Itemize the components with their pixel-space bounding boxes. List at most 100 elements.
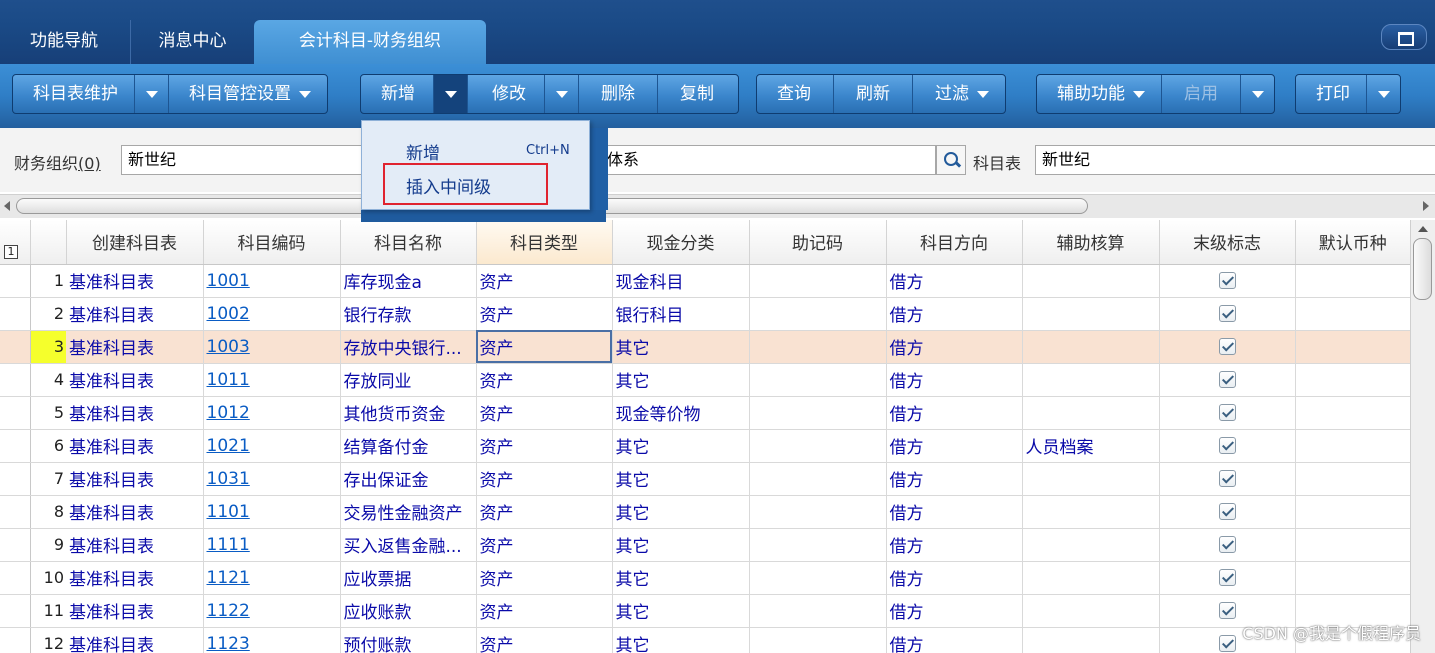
checkbox-checked-icon[interactable]	[1218, 635, 1236, 652]
row-gutter[interactable]	[0, 396, 31, 430]
subject-table-maintain-button[interactable]: 科目表维护	[13, 75, 134, 113]
checkbox-checked-icon[interactable]	[1218, 305, 1236, 322]
cell-code[interactable]: 1012	[203, 396, 341, 430]
scroll-left-icon[interactable]	[4, 201, 10, 211]
cell-code[interactable]: 1011	[203, 363, 341, 397]
cell-code[interactable]: 1101	[203, 495, 341, 529]
checkbox-checked-icon[interactable]	[1218, 470, 1236, 487]
col-header-name[interactable]: 科目名称	[340, 220, 477, 265]
cell-code[interactable]: 1123	[203, 627, 341, 653]
table-row[interactable]: 1 基准科目表 1001 库存现金a 资产 现金科目 借方	[0, 264, 1410, 298]
row-gutter[interactable]	[0, 594, 31, 628]
table-row[interactable]: 10 基准科目表 1121 应收票据 资产 其它 借方	[0, 561, 1410, 595]
annotation-highlight-box	[383, 163, 548, 205]
row-gutter[interactable]	[0, 264, 31, 298]
col-header-code[interactable]: 科目编码	[203, 220, 341, 265]
cell-code[interactable]: 1002	[203, 297, 341, 331]
col-header-table[interactable]: 创建科目表	[66, 220, 204, 265]
org-field[interactable]: 新世纪	[121, 145, 381, 175]
cell-code[interactable]: 1122	[203, 594, 341, 628]
checkbox-checked-icon[interactable]	[1218, 404, 1236, 421]
row-gutter[interactable]	[0, 363, 31, 397]
col-header-aux[interactable]: 辅助核算	[1022, 220, 1160, 265]
cell-table: 基准科目表	[66, 264, 204, 298]
cell-code[interactable]: 1111	[203, 528, 341, 562]
cell-table: 基准科目表	[66, 528, 204, 562]
row-number: 11	[30, 594, 66, 628]
scrollbar-thumb[interactable]	[1413, 238, 1432, 300]
col-header-type[interactable]: 科目类型	[476, 220, 613, 265]
cell-cash: 现金科目	[612, 264, 750, 298]
scroll-up-icon[interactable]	[1418, 226, 1428, 232]
checkbox-checked-icon[interactable]	[1218, 569, 1236, 586]
subject-table-maintain-dropdown[interactable]	[134, 75, 168, 113]
row-gutter[interactable]	[0, 495, 31, 529]
query-button[interactable]: 查询	[757, 75, 833, 113]
checkbox-checked-icon[interactable]	[1218, 503, 1236, 520]
system-field[interactable]: 体系	[600, 145, 936, 175]
checkbox-checked-icon[interactable]	[1218, 371, 1236, 388]
add-dropdown[interactable]	[433, 75, 467, 113]
cell-code[interactable]: 1003	[203, 330, 341, 364]
copy-button[interactable]: 复制	[657, 75, 738, 113]
row-gutter[interactable]	[0, 429, 31, 463]
table-row[interactable]: 11 基准科目表 1122 应收账款 资产 其它 借方	[0, 594, 1410, 628]
row-gutter[interactable]	[0, 462, 31, 496]
cell-code[interactable]: 1121	[203, 561, 341, 595]
subject-control-settings-button[interactable]: 科目管控设置	[168, 75, 327, 113]
filter-button[interactable]: 过滤	[912, 75, 1005, 113]
table-row[interactable]: 9 基准科目表 1111 买入返售金融... 资产 其它 借方	[0, 528, 1410, 562]
maximize-icon[interactable]	[1381, 24, 1427, 50]
checkbox-checked-icon[interactable]	[1218, 338, 1236, 355]
col-header-direction[interactable]: 科目方向	[886, 220, 1023, 265]
tab-message-center[interactable]: 消息中心	[130, 20, 254, 64]
chevron-down-icon	[1377, 91, 1390, 98]
table-row[interactable]: 2 基准科目表 1002 银行存款 资产 银行科目 借方	[0, 297, 1410, 331]
row-gutter[interactable]	[0, 330, 31, 364]
vertical-scrollbar[interactable]	[1410, 220, 1435, 653]
cell-aux	[1022, 627, 1160, 653]
table-row[interactable]: 12 基准科目表 1123 预付账款 资产 其它 借方	[0, 627, 1410, 653]
checkbox-checked-icon[interactable]	[1218, 437, 1236, 454]
print-button[interactable]: 打印	[1296, 75, 1366, 113]
col-header-mnemonic[interactable]: 助记码	[749, 220, 887, 265]
enable-dropdown[interactable]	[1240, 75, 1274, 113]
tab-accounting-subject[interactable]: 会计科目-财务组织	[254, 20, 486, 64]
table-row[interactable]: 5 基准科目表 1012 其他货币资金 资产 现金等价物 借方	[0, 396, 1410, 430]
modify-button[interactable]: 修改	[467, 75, 544, 113]
cell-code[interactable]: 1021	[203, 429, 341, 463]
row-gutter[interactable]	[0, 297, 31, 331]
add-button[interactable]: 新增	[361, 75, 433, 113]
col-header-currency[interactable]: 默认币种	[1295, 220, 1410, 265]
subject-table-field[interactable]: 新世纪	[1035, 145, 1435, 175]
row-gutter[interactable]	[0, 561, 31, 595]
row-gutter[interactable]	[0, 627, 31, 653]
select-all-corner[interactable]: 1	[0, 220, 31, 265]
cell-type: 资产	[476, 561, 613, 595]
search-icon[interactable]	[936, 145, 966, 175]
row-gutter[interactable]	[0, 528, 31, 562]
checkbox-checked-icon[interactable]	[1218, 602, 1236, 619]
table-row[interactable]: 8 基准科目表 1101 交易性金融资产 资产 其它 借方	[0, 495, 1410, 529]
table-row[interactable]: 7 基准科目表 1031 存出保证金 资产 其它 借方	[0, 462, 1410, 496]
refresh-button[interactable]: 刷新	[833, 75, 912, 113]
tab-function-nav[interactable]: 功能导航	[0, 20, 128, 64]
checkbox-checked-icon[interactable]	[1218, 536, 1236, 553]
delete-button[interactable]: 删除	[578, 75, 657, 113]
cell-code[interactable]: 1031	[203, 462, 341, 496]
table-row[interactable]: 4 基准科目表 1011 存放同业 资产 其它 借方	[0, 363, 1410, 397]
menu-item-add[interactable]: 新增	[406, 139, 440, 164]
enable-button[interactable]: 启用	[1161, 75, 1240, 113]
modify-dropdown[interactable]	[544, 75, 578, 113]
cell-mnemonic	[749, 264, 887, 298]
aux-function-button[interactable]: 辅助功能	[1037, 75, 1161, 113]
horizontal-scrollbar[interactable]	[0, 194, 1435, 218]
cell-code[interactable]: 1001	[203, 264, 341, 298]
table-row[interactable]: 6 基准科目表 1021 结算备付金 资产 其它 借方 人员档案	[0, 429, 1410, 463]
print-dropdown[interactable]	[1366, 75, 1400, 113]
table-row[interactable]: 3 基准科目表 1003 存放中央银行... 资产 其它 借方	[0, 330, 1410, 364]
col-header-leaf[interactable]: 末级标志	[1159, 220, 1296, 265]
scroll-right-icon[interactable]	[1423, 201, 1429, 211]
col-header-cash[interactable]: 现金分类	[612, 220, 750, 265]
checkbox-checked-icon[interactable]	[1218, 272, 1236, 289]
